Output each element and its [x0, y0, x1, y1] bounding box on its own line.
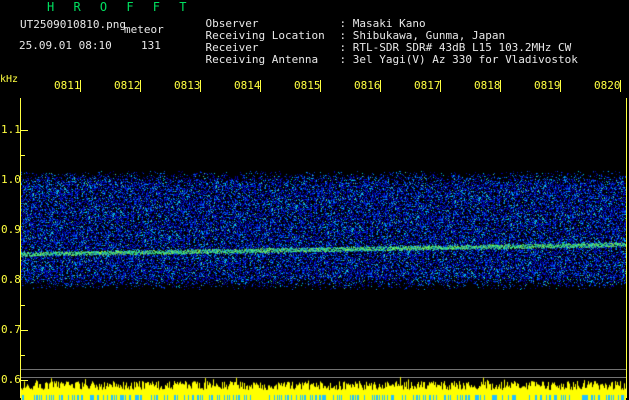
- frequency-tick-mark: [21, 355, 25, 356]
- frequency-tick-mark: [21, 305, 25, 306]
- baseline-line: [21, 369, 626, 370]
- time-tick-mark: [560, 80, 561, 92]
- info-row-antenna: Receiving Antenna : 3el Yagi(V) Az 330 fo…: [179, 42, 578, 78]
- frequency-unit-label: kHz: [0, 74, 19, 85]
- time-tick-mark: [620, 80, 621, 92]
- time-tick-mark: [140, 80, 141, 92]
- time-tick-label: 0811: [54, 79, 81, 92]
- time-tick-mark: [380, 80, 381, 92]
- echo-count: 131: [141, 39, 161, 52]
- frequency-tick-mark: [21, 155, 25, 156]
- time-tick-mark: [200, 80, 201, 92]
- spectrogram-waterfall: [21, 170, 626, 290]
- signal-level-bars: [21, 376, 626, 400]
- frequency-tick-label: 1.0: [1, 173, 21, 186]
- hrofft-screen: H R O F F T UT2509010810.png meteor 25.0…: [0, 0, 629, 400]
- frequency-tick-label: 1.1: [1, 123, 21, 136]
- time-tick-mark: [260, 80, 261, 92]
- time-tick-mark: [500, 80, 501, 92]
- time-tick-label: 0813: [174, 79, 201, 92]
- frequency-tick-label: 0.9: [1, 223, 21, 236]
- frequency-tick-label: 0.8: [1, 273, 21, 286]
- info-value: : 3el Yagi(V) Az 330 for Vladivostok: [339, 53, 578, 66]
- time-tick-label: 0816: [354, 79, 381, 92]
- time-tick-mark: [440, 80, 441, 92]
- date-time: 25.09.01 08:10: [19, 39, 112, 52]
- time-tick-label: 0819: [534, 79, 561, 92]
- time-tick-label: 0818: [474, 79, 501, 92]
- time-tick-label: 0820: [594, 79, 621, 92]
- frequency-tick-label: 0.6: [1, 373, 21, 386]
- time-tick-label: 0815: [294, 79, 321, 92]
- file-name: UT2509010810.png: [20, 18, 126, 31]
- time-tick-label: 0814: [234, 79, 261, 92]
- time-tick-mark: [80, 80, 81, 92]
- time-tick-label: 0812: [114, 79, 141, 92]
- info-label: Receiving Antenna: [205, 53, 319, 66]
- mode-label: meteor: [124, 23, 164, 36]
- time-tick-mark: [320, 80, 321, 92]
- frequency-tick-mark: [21, 330, 28, 331]
- frequency-tick-mark: [21, 130, 28, 131]
- time-tick-label: 0817: [414, 79, 441, 92]
- app-title: H R O F F T: [47, 0, 193, 14]
- frequency-tick-label: 0.7: [1, 323, 21, 336]
